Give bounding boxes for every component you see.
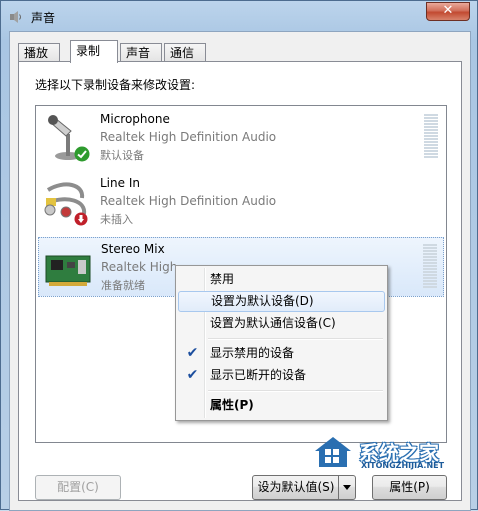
title-bar[interactable]: 声音 ✕ [1, 1, 477, 33]
menu-separator [208, 390, 383, 392]
speaker-icon [8, 9, 24, 25]
close-button[interactable]: ✕ [426, 2, 470, 21]
tab-playback[interactable]: 播放 [18, 43, 60, 62]
window-title: 声音 [31, 11, 56, 25]
checkmark-icon: ✔ [186, 367, 199, 383]
menu-item-show-disconnected-devices[interactable]: ✔ 显示已断开的设备 [178, 365, 385, 386]
properties-button[interactable]: 属性(P) [372, 475, 447, 500]
tab-sounds[interactable]: 声音 [120, 43, 162, 62]
device-name: Line In [100, 176, 140, 190]
menu-separator [208, 338, 383, 340]
watermark-url: XITONGZHIJIA.NET [361, 461, 445, 470]
unplugged-icon [74, 212, 88, 226]
set-default-split-button[interactable]: 设为默认值(S) [252, 475, 356, 500]
device-driver: Realtek High Definition Audio [100, 194, 277, 208]
device-item-line-in[interactable]: Line In Realtek High Definition Audio 未插… [38, 172, 444, 232]
device-status: 未插入 [100, 213, 133, 226]
menu-item-set-default-device[interactable]: 设置为默认设备(D) [178, 291, 385, 312]
checkmark-icon: ✔ [186, 345, 199, 361]
device-status: 准备就绪 [101, 279, 145, 292]
menu-item-label: 显示已断开的设备 [210, 368, 307, 382]
tab-recording[interactable]: 录制 [70, 40, 118, 63]
instruction-text: 选择以下录制设备来修改设置: [35, 78, 196, 92]
device-name: Stereo Mix [101, 242, 165, 256]
set-default-label: 设为默认值(S) [257, 480, 335, 494]
device-driver: Realtek High Definition Audio [100, 130, 277, 144]
context-menu: 禁用 设置为默认设备(D) 设置为默认通信设备(C) ✔ 显示禁用的设备 ✔ 显… [175, 265, 388, 421]
device-item-microphone[interactable]: Microphone Realtek High Definition Audio… [38, 108, 444, 168]
house-logo-icon [315, 437, 351, 467]
device-name: Microphone [100, 112, 170, 126]
menu-item-set-default-comm-device[interactable]: 设置为默认通信设备(C) [178, 313, 385, 334]
menu-item-show-disabled-devices[interactable]: ✔ 显示禁用的设备 [178, 343, 385, 364]
default-check-icon [74, 146, 90, 162]
device-status: 默认设备 [100, 149, 144, 162]
device-driver: Realtek High [101, 260, 178, 274]
tab-communications[interactable]: 通信 [164, 43, 206, 62]
sound-dialog: 声音 ✕ 播放 录制 声音 通信 选择以下录制设备来修改设置: Micropho… [0, 0, 478, 511]
menu-item-disable[interactable]: 禁用 [178, 269, 385, 290]
configure-button[interactable]: 配置(C) [35, 475, 121, 500]
chevron-down-icon[interactable] [338, 476, 355, 499]
menu-item-properties[interactable]: 属性(P) [178, 395, 385, 416]
sound-card-icon [45, 244, 93, 292]
watermark-logo: 系统之家 XITONGZHIJIA.NET [311, 435, 461, 471]
menu-item-label: 显示禁用的设备 [210, 346, 295, 360]
level-meter [424, 114, 438, 160]
level-meter [423, 244, 437, 290]
